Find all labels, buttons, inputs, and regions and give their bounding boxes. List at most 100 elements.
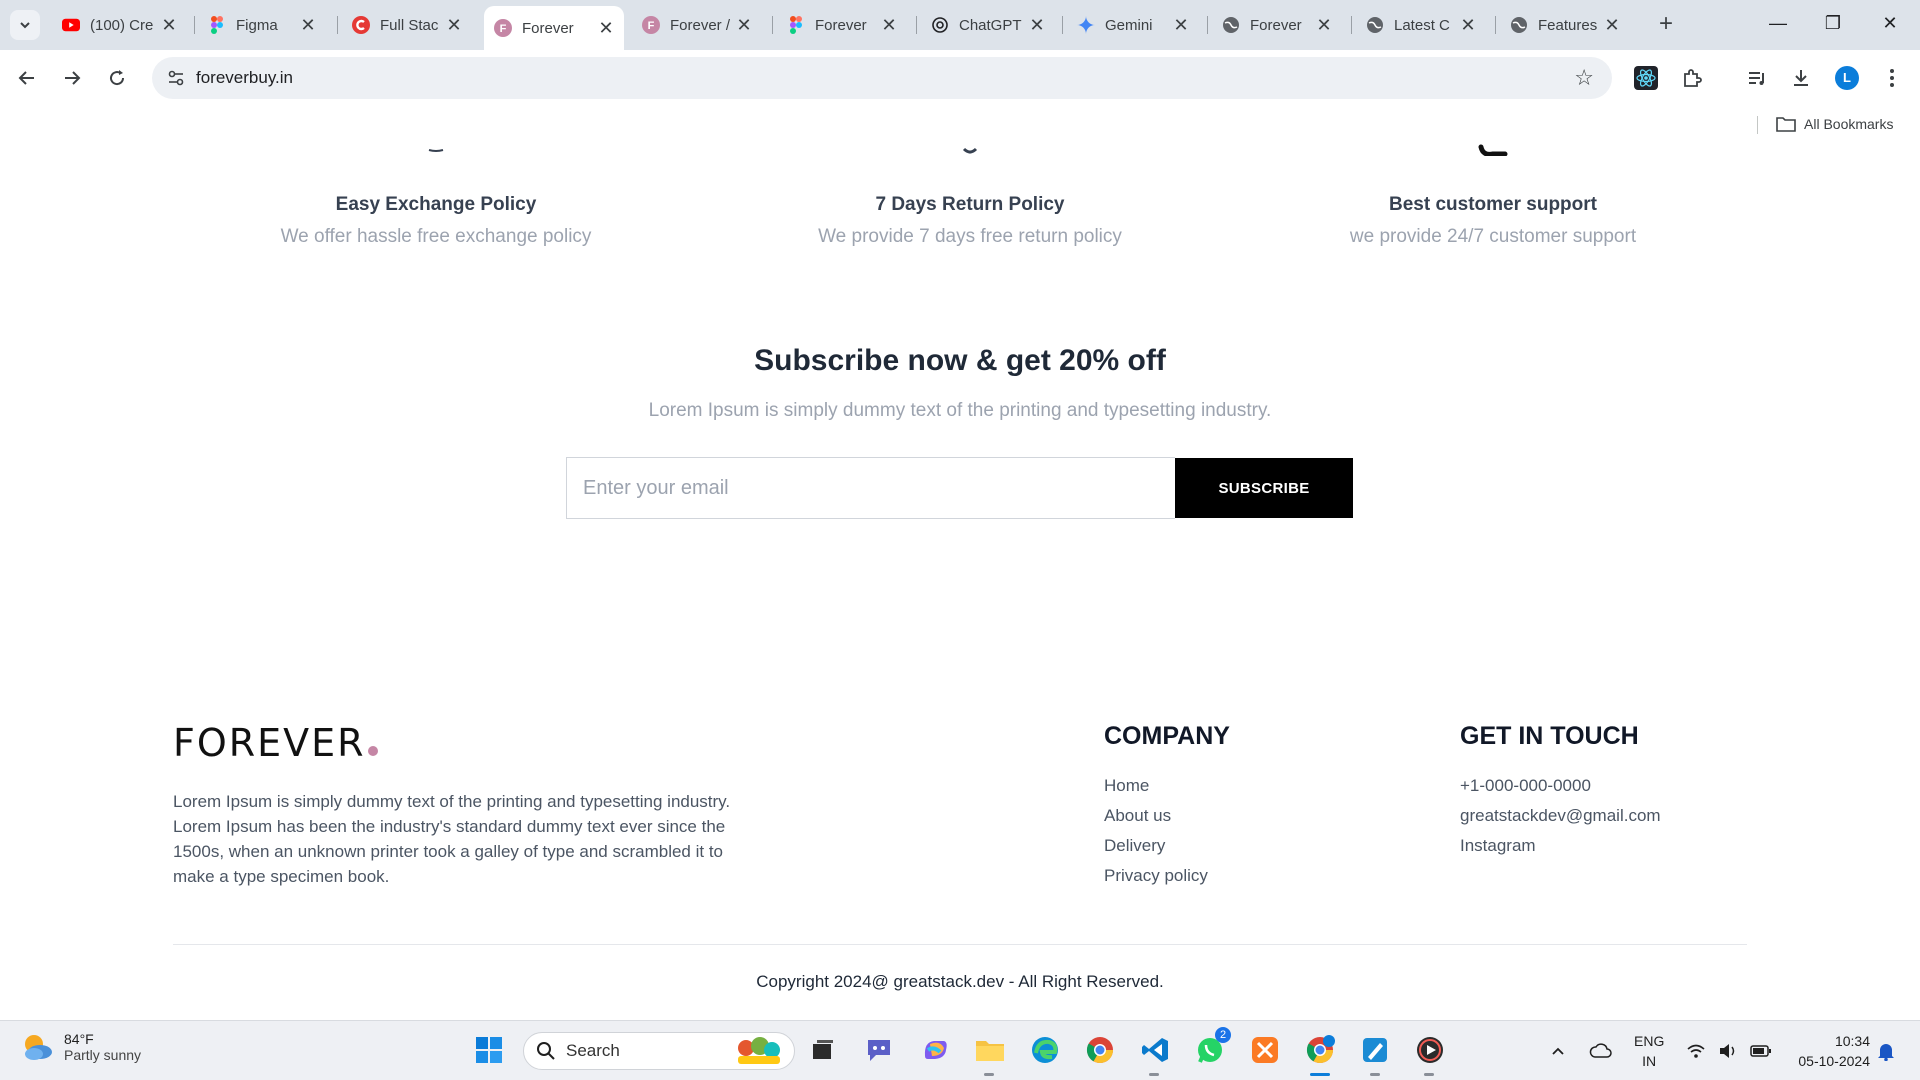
- show-hidden-icons[interactable]: [1550, 1021, 1566, 1080]
- restore-button[interactable]: ❐: [1813, 8, 1853, 38]
- contact-instagram[interactable]: Instagram: [1460, 831, 1661, 861]
- tab-forever-active[interactable]: F Forever ✕: [484, 6, 624, 50]
- footer-link-delivery[interactable]: Delivery: [1104, 831, 1230, 861]
- exchange-icon: [176, 142, 696, 156]
- file-explorer-button[interactable]: [973, 1033, 1007, 1067]
- subscribe-title: Subscribe now & get 20% off: [754, 344, 1166, 377]
- vscode-button[interactable]: [1138, 1033, 1172, 1067]
- close-tab-icon[interactable]: ✕: [1029, 15, 1045, 36]
- tab-figma[interactable]: Figma ✕: [198, 8, 326, 42]
- subscribe-button[interactable]: SUBSCRIBE: [1175, 458, 1353, 518]
- figma-icon: [787, 16, 805, 34]
- paint-icon: [1363, 1038, 1387, 1062]
- close-tab-icon[interactable]: ✕: [736, 15, 752, 36]
- footer-contact: GET IN TOUCH +1-000-000-0000 greatstackd…: [1460, 722, 1661, 861]
- extensions-icon[interactable]: [1676, 62, 1708, 94]
- media-player-button[interactable]: [1413, 1033, 1447, 1067]
- contact-email[interactable]: greatstackdev@gmail.com: [1460, 801, 1661, 831]
- close-tab-icon[interactable]: ✕: [598, 18, 614, 39]
- close-window-button[interactable]: ✕: [1870, 8, 1910, 38]
- logo-text: FOREVER: [173, 721, 366, 765]
- tab-divider: [1351, 16, 1352, 34]
- site-settings-icon[interactable]: [166, 68, 186, 93]
- tab-chatgpt[interactable]: ChatGPT ✕: [921, 8, 1055, 42]
- tab-gemini[interactable]: Gemini ✕: [1067, 8, 1199, 42]
- bookmark-star-icon[interactable]: ☆: [1574, 65, 1594, 91]
- footer-logo[interactable]: FOREVER: [173, 721, 378, 765]
- policy-title: 7 Days Return Policy: [875, 194, 1065, 215]
- tab-title: Forever: [1250, 16, 1302, 34]
- xampp-button[interactable]: [1248, 1033, 1282, 1067]
- minimize-button[interactable]: —: [1758, 8, 1798, 38]
- tab-forever-figma[interactable]: Forever ✕: [777, 8, 907, 42]
- start-button[interactable]: [472, 1033, 506, 1067]
- address-bar[interactable]: foreverbuy.in ☆: [152, 57, 1612, 99]
- tab-title: (100) Cre: [90, 16, 154, 34]
- edge-button[interactable]: [1028, 1033, 1062, 1067]
- chrome-icon: [1086, 1037, 1114, 1064]
- react-devtools-icon[interactable]: [1630, 62, 1662, 94]
- policy-description: We provide 7 days free return policy: [818, 226, 1122, 247]
- copilot-icon: [924, 1041, 947, 1059]
- onedrive-tray[interactable]: [1589, 1021, 1613, 1080]
- close-tab-icon[interactable]: ✕: [300, 15, 316, 36]
- new-tab-button[interactable]: +: [1652, 11, 1680, 39]
- system-clock[interactable]: 10:34 05-10-2024: [1798, 1031, 1870, 1071]
- tab-fullstack[interactable]: Full Stac ✕: [342, 8, 472, 42]
- tab-youtube[interactable]: (100) Cre ✕: [52, 8, 187, 42]
- search-icon: [537, 1042, 555, 1060]
- back-button[interactable]: [10, 61, 44, 95]
- folder-icon: [1776, 117, 1796, 132]
- weather-widget[interactable]: 84°F Partly sunny: [20, 1031, 141, 1063]
- close-tab-icon[interactable]: ✕: [881, 15, 897, 36]
- all-bookmarks-button[interactable]: All Bookmarks: [1776, 116, 1893, 132]
- task-view-button[interactable]: [806, 1033, 840, 1067]
- media-controls-icon[interactable]: [1741, 62, 1773, 94]
- tab-bar: (100) Cre ✕ Figma ✕ Full Stac ✕ F Foreve…: [0, 0, 1920, 50]
- paint-button[interactable]: [1358, 1033, 1392, 1067]
- download-icon[interactable]: [1785, 62, 1817, 94]
- profile-avatar[interactable]: L: [1835, 66, 1859, 90]
- footer-link-about[interactable]: About us: [1104, 801, 1230, 831]
- copilot-button[interactable]: [918, 1033, 952, 1067]
- language-indicator[interactable]: ENG IN: [1634, 1031, 1664, 1071]
- close-tab-icon[interactable]: ✕: [1173, 15, 1189, 36]
- menu-kebab-icon[interactable]: [1876, 62, 1908, 94]
- tab-divider: [1207, 16, 1208, 34]
- contact-heading: GET IN TOUCH: [1460, 722, 1639, 750]
- arrow-left-icon: [18, 71, 34, 85]
- close-tab-icon[interactable]: ✕: [1460, 15, 1476, 36]
- tab-title: Forever: [522, 19, 574, 37]
- tab-features[interactable]: Features ✕: [1500, 8, 1630, 42]
- all-bookmarks-label: All Bookmarks: [1804, 116, 1894, 132]
- tab-forever-3[interactable]: Forever ✕: [1212, 8, 1342, 42]
- taskbar-search[interactable]: Search: [523, 1032, 795, 1070]
- email-input[interactable]: Enter your email: [566, 457, 1175, 519]
- forward-button[interactable]: [55, 61, 89, 95]
- reload-button[interactable]: [100, 61, 134, 95]
- notification-badge: 2: [1215, 1027, 1231, 1043]
- chrome-profile-button[interactable]: [1303, 1033, 1337, 1067]
- teams-chat-button[interactable]: [862, 1033, 896, 1067]
- close-tab-icon[interactable]: ✕: [1316, 15, 1332, 36]
- close-tab-icon[interactable]: ✕: [161, 15, 177, 36]
- weather-condition: Partly sunny: [64, 1047, 142, 1063]
- whatsapp-button[interactable]: 2: [1193, 1027, 1231, 1067]
- bookmarks-divider: [1757, 116, 1758, 134]
- close-tab-icon[interactable]: ✕: [1604, 15, 1620, 36]
- tab-latest[interactable]: Latest C ✕: [1356, 8, 1486, 42]
- footer-divider: [173, 944, 1747, 945]
- chrome-taskbar-button[interactable]: [1083, 1033, 1117, 1067]
- subscribe-form: Enter your email SUBSCRIBE: [566, 457, 1353, 519]
- greatstack-icon: [352, 16, 370, 34]
- windows-logo-icon: [476, 1037, 502, 1063]
- chevron-down-icon: [20, 22, 30, 29]
- quick-settings[interactable]: [1686, 1021, 1772, 1080]
- notifications-button[interactable]: [1877, 1021, 1895, 1080]
- close-tab-icon[interactable]: ✕: [446, 15, 462, 36]
- footer-link-privacy[interactable]: Privacy policy: [1104, 861, 1230, 891]
- tab-forever-2[interactable]: F Forever / ✕: [632, 8, 762, 42]
- tab-search-button[interactable]: [10, 10, 40, 40]
- footer-link-home[interactable]: Home: [1104, 771, 1230, 801]
- globe-icon: [1222, 16, 1240, 34]
